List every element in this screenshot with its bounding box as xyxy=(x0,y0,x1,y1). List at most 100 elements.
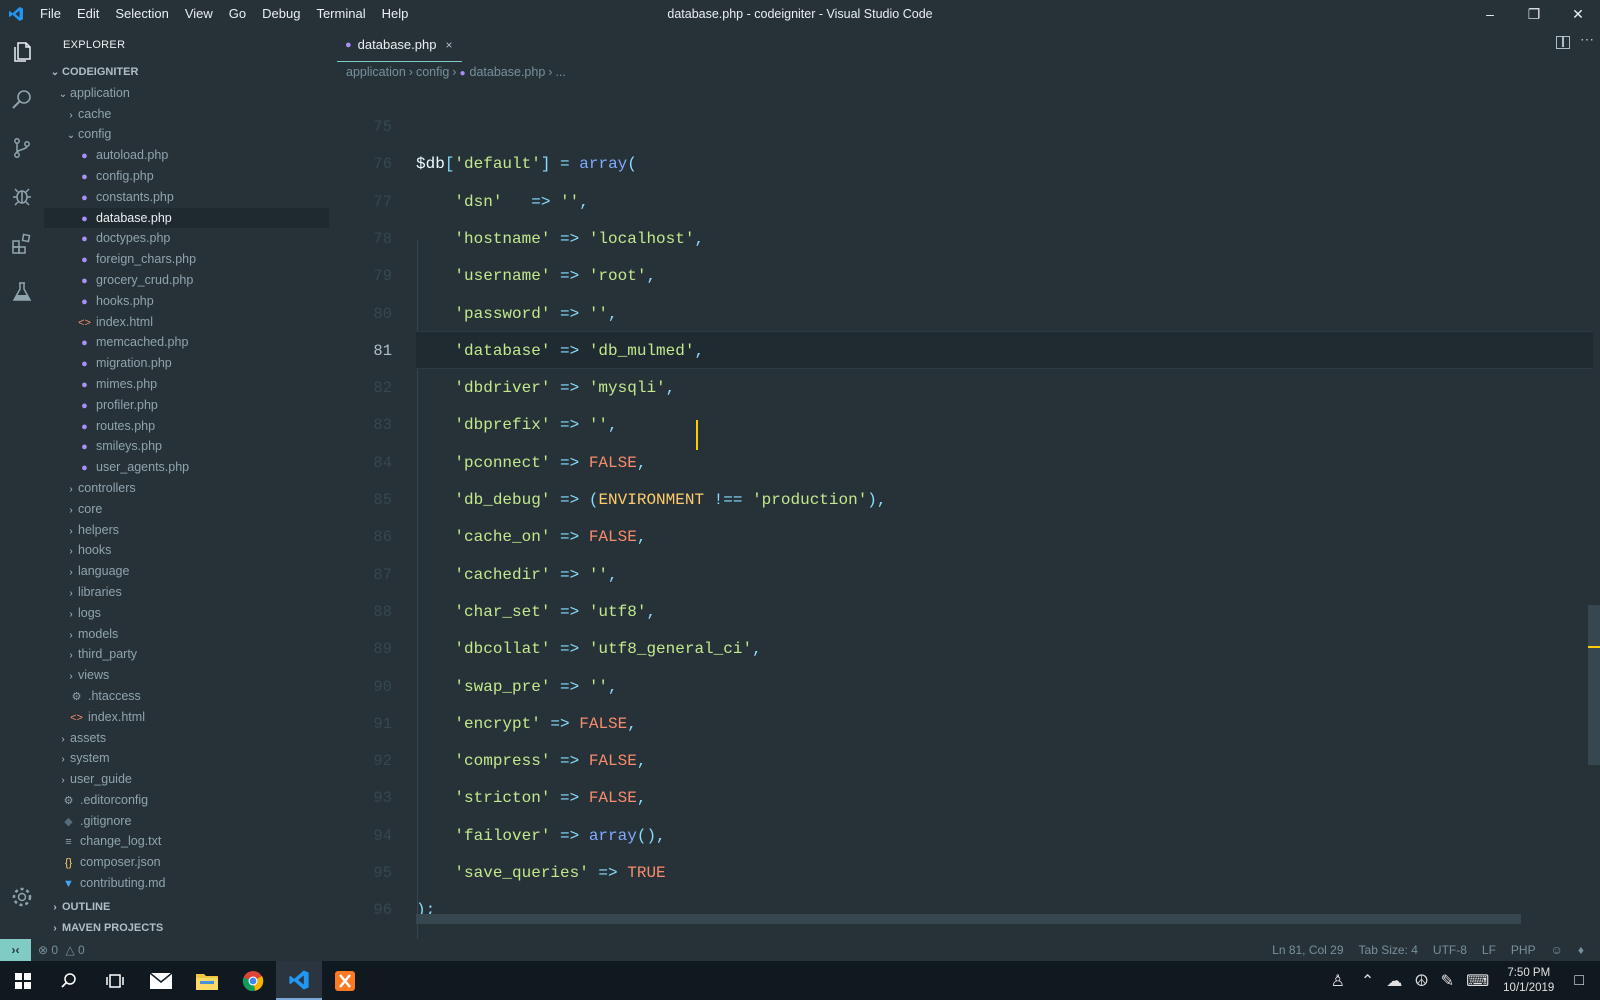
language-mode[interactable]: PHP xyxy=(1511,939,1536,961)
split-editor-icon[interactable] xyxy=(1556,36,1570,49)
folder-item[interactable]: › system xyxy=(44,748,329,769)
file-item[interactable]: ⚙ .htaccess xyxy=(44,686,329,707)
folder-item[interactable]: › libraries xyxy=(44,582,329,603)
debug-activity-button[interactable] xyxy=(0,172,44,220)
file-item[interactable]: ● foreign_chars.php xyxy=(44,249,329,270)
breadcrumb-application[interactable]: application xyxy=(346,65,406,79)
file-explorer-button[interactable] xyxy=(184,961,230,1000)
action-center-icon[interactable]: □ xyxy=(1574,972,1584,990)
cursor-position[interactable]: Ln 81, Col 29 xyxy=(1272,939,1343,961)
explorer-activity-button[interactable] xyxy=(0,28,44,76)
code-editor[interactable]: 75 76 $db['default'] = array(77 'dsn' => '… xyxy=(329,108,1600,955)
taskbar-search-button[interactable] xyxy=(46,961,92,1000)
file-item[interactable]: ● autoload.php xyxy=(44,145,329,166)
menu-file[interactable]: File xyxy=(32,0,69,28)
vscode-logo-icon xyxy=(0,0,32,28)
start-button[interactable] xyxy=(0,961,46,1000)
folder-item[interactable]: › views xyxy=(44,665,329,686)
file-encoding[interactable]: UTF-8 xyxy=(1433,939,1467,961)
folder-item[interactable]: › core xyxy=(44,499,329,520)
breadcrumb-config[interactable]: config xyxy=(416,65,449,79)
file-item[interactable]: ● doctypes.php xyxy=(44,228,329,249)
file-item[interactable]: ≡ change_log.txt xyxy=(44,831,329,852)
end-of-line[interactable]: LF xyxy=(1482,939,1496,961)
file-item[interactable]: ● mimes.php xyxy=(44,374,329,395)
file-item[interactable]: <> index.html xyxy=(44,312,329,333)
menu-go[interactable]: Go xyxy=(221,0,254,28)
folder-item[interactable]: ⌄ config xyxy=(44,124,329,145)
file-item[interactable]: <> index.html xyxy=(44,707,329,728)
folder-item[interactable]: › logs xyxy=(44,603,329,624)
file-item[interactable]: {} composer.json xyxy=(44,852,329,873)
mail-app-button[interactable] xyxy=(138,961,184,1000)
feedback-icon[interactable]: ☺ xyxy=(1551,939,1563,961)
wifi-icon[interactable]: ☮ xyxy=(1414,971,1428,991)
people-icon[interactable]: ♙ xyxy=(1331,971,1345,991)
chevron-right-icon: › xyxy=(53,902,57,913)
clock[interactable]: 7:50 PM 10/1/2019 xyxy=(1503,966,1554,996)
onedrive-icon[interactable]: ☁ xyxy=(1386,971,1402,991)
folder-item[interactable]: › hooks xyxy=(44,540,329,561)
manage-button[interactable] xyxy=(0,873,44,921)
file-item[interactable]: ● grocery_crud.php xyxy=(44,270,329,291)
file-item[interactable]: ● smileys.php xyxy=(44,436,329,457)
file-item[interactable]: ● migration.php xyxy=(44,353,329,374)
close-window-button[interactable]: ✕ xyxy=(1556,0,1600,28)
file-item[interactable]: ● user_agents.php xyxy=(44,457,329,478)
tab-size[interactable]: Tab Size: 4 xyxy=(1359,939,1418,961)
folder-item[interactable]: › controllers xyxy=(44,478,329,499)
more-actions-icon[interactable]: ⋯ xyxy=(1580,31,1594,48)
file-item[interactable]: ● config.php xyxy=(44,166,329,187)
folder-item[interactable]: › user_guide xyxy=(44,769,329,790)
menu-help[interactable]: Help xyxy=(374,0,417,28)
file-item[interactable]: ● hooks.php xyxy=(44,291,329,312)
xampp-button[interactable] xyxy=(322,961,368,1000)
folder-item[interactable]: › assets xyxy=(44,728,329,749)
chevron-up-icon[interactable]: ⌃ xyxy=(1361,971,1374,991)
menu-debug[interactable]: Debug xyxy=(254,0,308,28)
file-item[interactable]: ▼ contributing.md xyxy=(44,873,329,894)
file-item[interactable]: ● database.php xyxy=(44,207,329,229)
outline-section[interactable]: › OUTLINE xyxy=(44,897,329,918)
menu-edit[interactable]: Edit xyxy=(69,0,107,28)
menu-view[interactable]: View xyxy=(177,0,221,28)
folder-item[interactable]: › models xyxy=(44,624,329,645)
chrome-button[interactable] xyxy=(230,961,276,1000)
test-activity-button[interactable] xyxy=(0,268,44,316)
problems-indicator[interactable]: ⊗ 0 △ 0 xyxy=(38,939,85,961)
file-item[interactable]: ● constants.php xyxy=(44,187,329,208)
pen-icon[interactable]: ✎ xyxy=(1441,971,1454,991)
file-item[interactable]: ⚙ .editorconfig xyxy=(44,790,329,811)
folder-item[interactable]: › language xyxy=(44,561,329,582)
search-activity-button[interactable] xyxy=(0,76,44,124)
vertical-scrollbar[interactable] xyxy=(1588,605,1600,765)
source-control-activity-button[interactable] xyxy=(0,124,44,172)
project-folder[interactable]: ⌄ CODEIGNITER xyxy=(44,62,329,83)
extensions-activity-button[interactable] xyxy=(0,220,44,268)
close-tab-icon[interactable]: × xyxy=(445,38,452,52)
code-line: 79 'username' => 'root', xyxy=(329,257,1589,295)
menu-selection[interactable]: Selection xyxy=(107,0,176,28)
remote-button[interactable]: ›‹ xyxy=(0,939,31,961)
notifications-icon[interactable]: ♦ xyxy=(1578,939,1584,961)
minimize-button[interactable]: – xyxy=(1468,0,1512,28)
file-item[interactable]: ● memcached.php xyxy=(44,332,329,353)
tab-database-php[interactable]: ● database.php × xyxy=(337,28,462,62)
file-item[interactable]: ◆ .gitignore xyxy=(44,811,329,832)
breadcrumb-symbols[interactable]: ... xyxy=(555,65,565,79)
code-token: 'utf8_general_ci' xyxy=(588,640,753,659)
folder-item[interactable]: › helpers xyxy=(44,520,329,541)
file-item[interactable]: ● profiler.php xyxy=(44,395,329,416)
folder-item[interactable]: › third_party xyxy=(44,644,329,665)
keyboard-icon[interactable]: ⌨ xyxy=(1466,971,1489,991)
breadcrumb-file[interactable]: database.php xyxy=(470,65,546,79)
restore-button[interactable]: ❐ xyxy=(1512,0,1556,28)
folder-item[interactable]: ⌄ application xyxy=(44,83,329,104)
task-view-button[interactable] xyxy=(92,961,138,1000)
horizontal-scrollbar[interactable] xyxy=(416,914,1521,924)
file-item[interactable]: ● routes.php xyxy=(44,416,329,437)
menu-terminal[interactable]: Terminal xyxy=(308,0,373,28)
vscode-taskbar-button[interactable] xyxy=(276,961,322,1000)
folder-item[interactable]: › cache xyxy=(44,104,329,125)
maven-section[interactable]: › MAVEN PROJECTS xyxy=(44,918,329,939)
